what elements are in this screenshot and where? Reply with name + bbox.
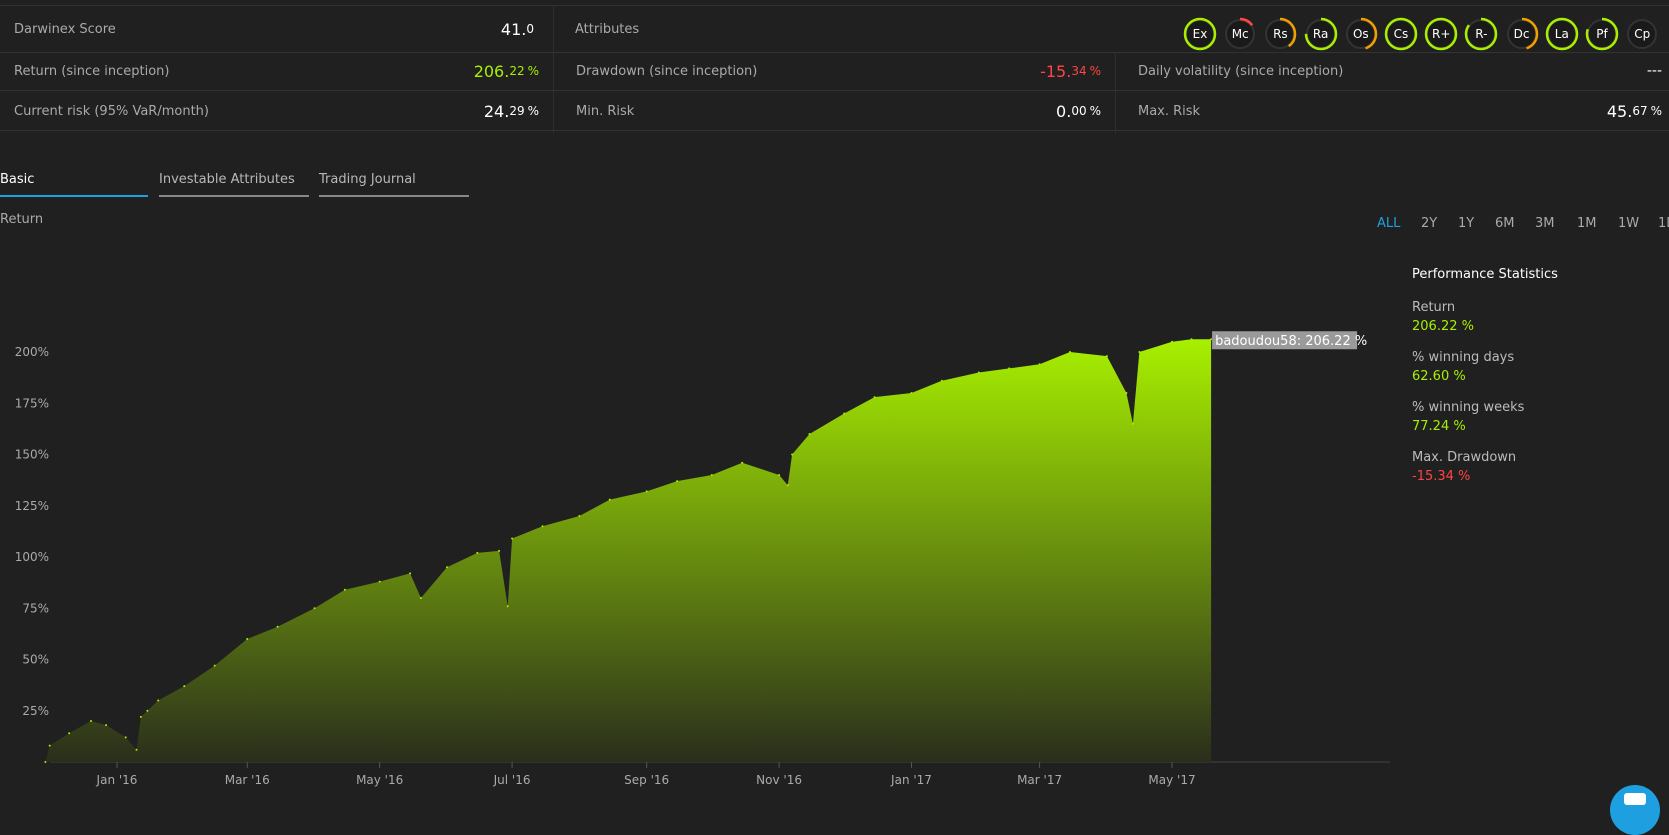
tooltip-text: badoudou58: 206.22 % (1215, 334, 1367, 349)
performance-item-value: 206.22 % (1412, 319, 1474, 334)
x-tick-label: Nov '16 (756, 773, 802, 787)
data-point (511, 537, 514, 540)
data-point (1171, 340, 1173, 343)
data-point (843, 412, 846, 415)
data-point (808, 433, 811, 435)
y-tick-label: 150% (15, 448, 49, 462)
data-point (910, 392, 913, 394)
data-point (710, 474, 713, 476)
data-point (977, 371, 980, 374)
x-tick-label: May '16 (356, 773, 403, 787)
data-point (873, 396, 876, 399)
data-point (741, 461, 744, 464)
data-point (48, 744, 51, 747)
performance-item-label: Max. Drawdown (1412, 450, 1517, 465)
x-tick-label: Jul '16 (493, 773, 531, 787)
data-point (276, 625, 279, 628)
x-tick-label: May '17 (1148, 773, 1195, 787)
series-area (44, 338, 1213, 763)
data-point (378, 580, 381, 583)
data-point (135, 748, 138, 751)
y-tick-label: 200% (15, 345, 49, 359)
data-point (183, 685, 186, 688)
data-point (246, 638, 249, 640)
data-point (313, 607, 316, 610)
chat-button[interactable] (1610, 785, 1660, 835)
y-tick-label: 125% (15, 499, 49, 513)
y-tick-label: 25% (22, 704, 49, 718)
data-point (1190, 338, 1193, 341)
data-point (476, 551, 479, 554)
data-point (1038, 363, 1041, 366)
data-point (146, 709, 149, 712)
data-point (44, 761, 47, 763)
x-tick-label: Sep '16 (624, 773, 669, 787)
data-point (578, 515, 581, 517)
y-tick-label: 100% (15, 550, 49, 564)
x-tick-label: Jan '16 (96, 773, 138, 787)
data-point (1131, 422, 1134, 425)
y-tick-label: 75% (22, 601, 49, 615)
data-point (157, 699, 160, 702)
x-tick-label: Jan '17 (890, 773, 932, 787)
data-point (1210, 338, 1213, 341)
performance-item-label: Return (1412, 300, 1456, 315)
data-point (541, 525, 544, 528)
data-point (213, 664, 216, 667)
y-tick-label: 175% (15, 396, 49, 410)
performance-item-label: % winning days (1412, 350, 1515, 365)
data-point (940, 379, 943, 382)
x-tick-label: Mar '16 (225, 773, 270, 787)
x-axis: Jan '16 Mar '16 May '16 Jul '16 Sep '16 Nov '… (96, 762, 1196, 787)
data-point (409, 572, 412, 575)
series-badoudou58-area (45, 339, 1212, 762)
performance-title: Performance Statistics (1412, 267, 1558, 282)
data-point (68, 732, 71, 735)
performance-item-value: -15.34 % (1412, 469, 1471, 484)
data-point (1125, 392, 1128, 394)
data-point (676, 480, 679, 483)
data-point (446, 566, 448, 569)
data-point (778, 474, 781, 476)
performance-item-value: 77.24 % (1412, 419, 1466, 434)
data-point (791, 453, 794, 456)
data-point (506, 605, 509, 608)
chart-tooltip: badoudou58: 206.22 % (1212, 331, 1367, 350)
y-tick-label: 50% (22, 653, 49, 667)
performance-item-label: % winning weeks (1412, 400, 1525, 415)
data-point (645, 490, 648, 493)
data-point (139, 715, 142, 718)
data-point (786, 484, 789, 487)
data-point (419, 597, 422, 599)
data-point (498, 549, 501, 552)
data-point (124, 736, 127, 739)
data-point (1105, 355, 1108, 358)
x-tick-label: Mar '17 (1017, 773, 1062, 787)
performance-item-value: 62.60 % (1412, 369, 1466, 384)
data-point (1008, 367, 1011, 370)
data-point (343, 588, 346, 591)
data-point (90, 720, 92, 722)
data-point (1138, 351, 1141, 353)
data-point (608, 498, 611, 501)
data-point (1069, 351, 1071, 353)
data-point (105, 724, 108, 727)
chat-icon (1624, 793, 1646, 805)
